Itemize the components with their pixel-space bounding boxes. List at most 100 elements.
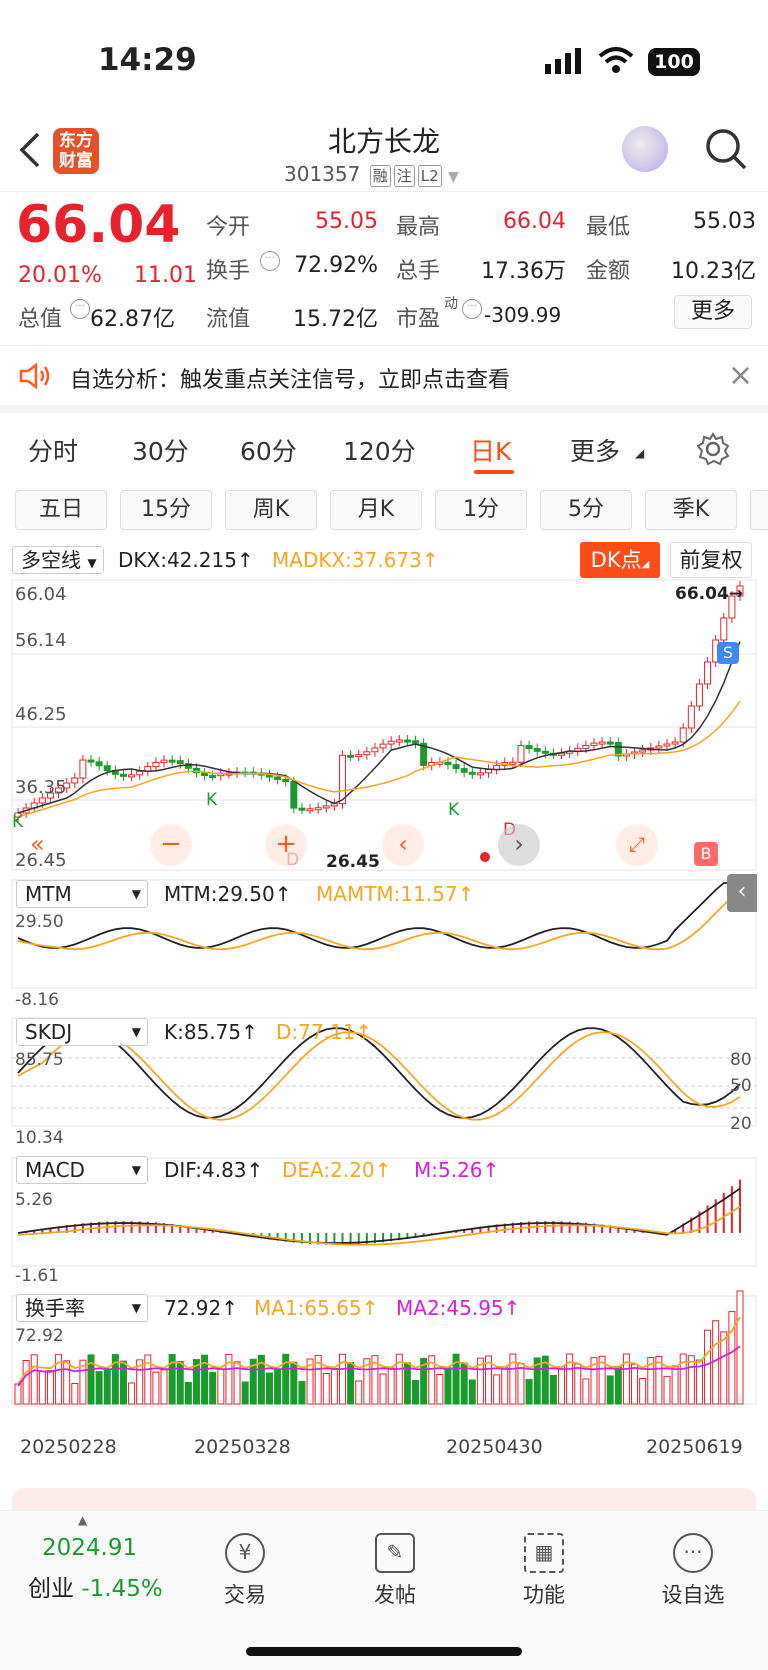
dif-value: DIF:4.83↑ [164, 1158, 264, 1182]
skdj-ymin: 10.34 [15, 1128, 64, 1148]
scroll-left-button[interactable]: ‹ [382, 824, 424, 866]
subtab-5min[interactable]: 5分 [540, 490, 632, 530]
info-icon[interactable]: ··· [70, 299, 90, 319]
turnover-bar [606, 1375, 614, 1405]
turnover-bar [436, 1373, 444, 1405]
subtab-weekly[interactable]: 周K [225, 490, 317, 530]
low-marker: 26.45 [326, 852, 380, 872]
zoom-in-button[interactable]: + [265, 824, 307, 866]
select-arrow-icon: ▼ [87, 556, 97, 570]
alert-banner[interactable]: 自选分析：触发重点关注信号，立即点击查看 × [0, 345, 768, 413]
ytick-3: 46.25 [15, 704, 67, 725]
info-icon[interactable]: ··· [462, 299, 482, 319]
open-value: 55.05 [315, 209, 378, 234]
index-row[interactable]: 创业 -1.45% [28, 1569, 163, 1603]
index-value[interactable]: 2024.91 [42, 1535, 137, 1561]
mtm-value: MTM:29.50↑ [164, 882, 292, 906]
subtab-overflow[interactable] [750, 490, 768, 530]
nav-post[interactable]: ✎ 发帖 [350, 1521, 440, 1609]
ytick-4: 36.35 [15, 777, 67, 798]
subtab-15min[interactable]: 15分 [120, 490, 212, 530]
candle [314, 807, 322, 811]
candle [38, 797, 46, 804]
tab-more[interactable]: 更多 [570, 432, 620, 468]
turnover-bar [160, 1369, 168, 1405]
tab-120min[interactable]: 120分 [343, 432, 416, 468]
nav-functions[interactable]: ▦ 功能 [499, 1521, 589, 1609]
macd-ymax: 5.26 [15, 1190, 53, 1210]
fullscreen-button[interactable]: ⤢ [616, 824, 658, 866]
nav-trade[interactable]: ¥ 交易 [200, 1521, 290, 1609]
subtab-monthly[interactable]: 月K [330, 490, 422, 530]
ytick-2: 56.14 [15, 630, 67, 651]
subtab-quarterly[interactable]: 季K [645, 490, 737, 530]
close-icon[interactable]: × [728, 358, 753, 393]
turnover-bar [22, 1360, 30, 1405]
zoom-out-button[interactable]: − [150, 824, 192, 866]
settings-gear-icon[interactable] [696, 432, 730, 466]
subtab-5day[interactable]: 五日 [15, 490, 107, 530]
edit-icon: ✎ [375, 1533, 415, 1573]
subtab-1min[interactable]: 1分 [435, 490, 527, 530]
market-cap-value: 62.87亿 [90, 307, 175, 332]
mtm-select[interactable]: MTM ▼ [16, 880, 148, 908]
wifi-icon [598, 47, 634, 73]
sell-signal[interactable]: S [717, 642, 739, 664]
rewind-icon[interactable]: « [30, 830, 45, 858]
turnover-bar [558, 1366, 566, 1405]
tab-60min[interactable]: 60分 [240, 432, 297, 468]
date-label: 20250619 [646, 1436, 743, 1458]
dk-caret-icon: ◢ [641, 559, 650, 570]
info-icon[interactable]: ··· [260, 251, 280, 271]
turnover-bar [274, 1368, 282, 1405]
k-signal: K [206, 790, 218, 810]
more-dots-icon: ··· [673, 1533, 713, 1573]
index-percent: -1.45% [81, 1576, 163, 1602]
more-button[interactable]: 更多 [674, 295, 752, 329]
candle [412, 740, 420, 744]
turnover-bar [379, 1373, 387, 1405]
search-icon[interactable] [703, 126, 749, 172]
stock-code-row[interactable]: 301357 融注 L2 ▼ [284, 162, 459, 187]
scroll-right-button[interactable]: › [498, 824, 540, 866]
low-label: 最低 [586, 215, 631, 240]
dk-point-button[interactable]: DK点◢ [580, 542, 660, 578]
stock-header: 东方 财富 北方长龙 301357 融注 L2 ▼ [0, 120, 768, 192]
candle [655, 745, 663, 749]
status-time: 14:29 [98, 42, 197, 78]
select-arrow-icon: ▼ [131, 1163, 141, 1177]
speaker-icon [19, 362, 50, 390]
candle [403, 739, 411, 743]
skdj-select[interactable]: SKDJ ▼ [16, 1018, 148, 1046]
kline-indicator-select[interactable]: 多空线 ▼ [12, 546, 104, 574]
madkx-value: MADKX:37.673↑ [272, 548, 439, 572]
candle [379, 743, 387, 749]
candle [720, 617, 728, 641]
ytick-1: 66.04 [15, 584, 67, 605]
tab-30min[interactable]: 30分 [132, 432, 189, 468]
turnover-bar [444, 1367, 452, 1405]
turnover-select[interactable]: 换手率 ▼ [16, 1294, 148, 1322]
select-arrow-icon: ▼ [131, 1025, 141, 1039]
nav-add-watchlist[interactable]: ··· 设自选 [648, 1521, 738, 1609]
quote-panel: 66.04 20.01% 11.01 今开 55.05 最高 66.04 最低 … [0, 193, 768, 343]
date-label: 20250228 [20, 1436, 117, 1458]
turnover-ma1-value: MA1:65.65↑ [254, 1296, 379, 1320]
dea-value: DEA:2.20↑ [282, 1158, 392, 1182]
candle [387, 740, 395, 745]
turnover-bar [671, 1365, 679, 1405]
adjust-price-button[interactable]: 前复权 [670, 542, 752, 578]
collapse-panel-button[interactable]: ‹ [727, 874, 757, 912]
turnover-bar [355, 1380, 363, 1405]
candle [306, 808, 314, 812]
tab-daily-k[interactable]: 日K [470, 432, 511, 468]
turnover-bar [30, 1354, 38, 1405]
robot-assistant-icon[interactable] [622, 126, 668, 172]
last-price: 66.04 [16, 195, 181, 255]
candle [103, 765, 111, 771]
turnover-bar [330, 1368, 338, 1405]
macd-select[interactable]: MACD ▼ [16, 1156, 148, 1184]
k-signal: K [12, 812, 24, 832]
tab-timeshare[interactable]: 分时 [28, 432, 78, 468]
buy-signal[interactable]: B [694, 842, 718, 866]
